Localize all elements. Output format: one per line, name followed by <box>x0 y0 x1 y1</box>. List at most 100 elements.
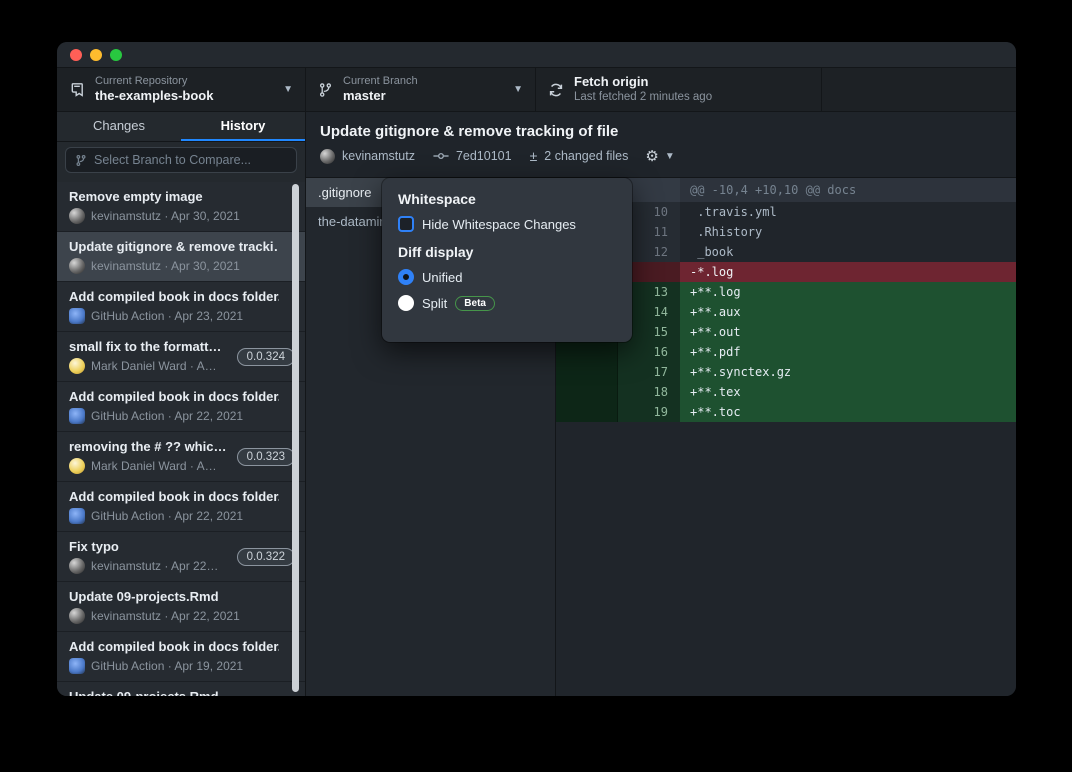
repo-icon <box>69 82 85 98</box>
avatar <box>69 458 85 474</box>
commit-list-item[interactable]: Update 09-projects.Rmd <box>57 682 305 696</box>
commit-meta: GitHub Action · Apr 23, 2021 <box>91 309 243 323</box>
changed-files-count: 2 changed files <box>544 149 628 163</box>
commit-list-item[interactable]: removing the # ?? whic… Mark Daniel Ward… <box>57 432 305 482</box>
close-window-button[interactable] <box>70 49 82 61</box>
unified-label: Unified <box>422 270 462 285</box>
commit-list-item[interactable]: Add compiled book in docs folder. GitHub… <box>57 632 305 682</box>
commit-title: Update 09-projects.Rmd <box>69 689 279 696</box>
git-branch-icon <box>75 154 87 167</box>
commit-list-item[interactable]: Remove empty image kevinamstutz · Apr 30… <box>57 182 305 232</box>
commit-list-item[interactable]: Fix typo kevinamstutz · Apr 22… 0.0.322 <box>57 532 305 582</box>
commit-meta: kevinamstutz · Apr 30, 2021 <box>91 209 240 223</box>
zoom-window-button[interactable] <box>110 49 122 61</box>
commit-meta: GitHub Action · Apr 22, 2021 <box>91 409 243 423</box>
diff-line-added: 19 +**.toc <box>556 402 1016 422</box>
commit-list: Remove empty image kevinamstutz · Apr 30… <box>57 178 305 696</box>
commit-meta: Mark Daniel Ward · A… <box>91 359 217 373</box>
chevron-down-icon: ▼ <box>283 84 293 95</box>
commit-list-scrollbar[interactable] <box>292 184 299 692</box>
avatar <box>69 608 85 624</box>
diff-line-added: 17 +**.synctex.gz <box>556 362 1016 382</box>
avatar <box>69 258 85 274</box>
current-branch-button[interactable]: Current Branch master ▼ <box>306 68 536 111</box>
unified-radio[interactable] <box>398 269 414 285</box>
avatar <box>69 308 85 324</box>
split-label: Split <box>422 296 447 311</box>
avatar <box>69 208 85 224</box>
diff-line-added: 16 +**.pdf <box>556 342 1016 362</box>
unified-option[interactable]: Unified <box>398 269 616 285</box>
hide-whitespace-checkbox[interactable] <box>398 216 414 232</box>
diff-options-popover: Whitespace Hide Whitespace Changes Diff … <box>382 178 632 342</box>
diff-display-heading: Diff display <box>398 244 616 260</box>
sidebar-tabs: Changes History <box>57 112 305 142</box>
sync-icon <box>548 82 564 98</box>
whitespace-heading: Whitespace <box>398 191 616 207</box>
tab-history[interactable]: History <box>181 112 305 141</box>
commit-author: kevinamstutz <box>342 149 415 163</box>
commit-title: Remove empty image <box>69 189 279 204</box>
commit-sha[interactable]: 7ed10101 <box>456 149 512 163</box>
branch-compare-row: Select Branch to Compare... <box>57 142 305 178</box>
commit-title: Add compiled book in docs folder. <box>69 489 279 504</box>
diff-modified-icon: ± <box>530 148 538 164</box>
current-branch-value: master <box>343 88 505 104</box>
commit-meta: GitHub Action · Apr 22, 2021 <box>91 509 243 523</box>
beta-badge: Beta <box>455 296 495 311</box>
current-repository-label: Current Repository <box>95 75 275 89</box>
hide-whitespace-label: Hide Whitespace Changes <box>422 217 576 232</box>
commit-list-item-selected[interactable]: Update gitignore & remove tracki… kevina… <box>57 232 305 282</box>
toolbar: Current Repository the-examples-book ▼ C… <box>57 68 1016 112</box>
chevron-down-icon: ▼ <box>513 84 523 95</box>
commit-list-item[interactable]: Update 09-projects.Rmd kevinamstutz · Ap… <box>57 582 305 632</box>
current-repository-button[interactable]: Current Repository the-examples-book ▼ <box>57 68 306 111</box>
sidebar: Changes History Select Branch to Compare… <box>57 112 306 696</box>
git-branch-icon <box>318 82 333 98</box>
chevron-down-icon: ▼ <box>665 151 675 162</box>
version-badge: 0.0.323 <box>237 448 295 466</box>
avatar <box>69 658 85 674</box>
commit-list-item[interactable]: Add compiled book in docs folder. GitHub… <box>57 482 305 532</box>
avatar <box>69 558 85 574</box>
gear-icon: ⚙ <box>645 147 658 165</box>
avatar <box>320 149 335 164</box>
commit-meta: kevinamstutz · Apr 22… <box>91 559 218 573</box>
split-radio[interactable] <box>398 295 414 311</box>
commit-title: Update 09-projects.Rmd <box>69 589 279 604</box>
fetch-origin-detail: Last fetched 2 minutes ago <box>574 90 809 104</box>
hide-whitespace-option[interactable]: Hide Whitespace Changes <box>398 216 616 232</box>
avatar <box>69 358 85 374</box>
avatar <box>69 508 85 524</box>
version-badge: 0.0.324 <box>237 348 295 366</box>
commit-meta: GitHub Action · Apr 19, 2021 <box>91 659 243 673</box>
select-branch-placeholder: Select Branch to Compare... <box>94 153 251 167</box>
avatar <box>69 408 85 424</box>
commit-title: Add compiled book in docs folder. <box>69 639 279 654</box>
commit-meta: Mark Daniel Ward · A… <box>91 459 217 473</box>
commit-meta: kevinamstutz · Apr 22, 2021 <box>91 609 240 623</box>
select-branch-to-compare-input[interactable]: Select Branch to Compare... <box>65 147 297 173</box>
commit-list-item[interactable]: small fix to the formatt… Mark Daniel Wa… <box>57 332 305 382</box>
fetch-origin-button[interactable]: Fetch origin Last fetched 2 minutes ago <box>536 68 822 111</box>
commit-list-item[interactable]: Add compiled book in docs folder. GitHub… <box>57 282 305 332</box>
app-window: Current Repository the-examples-book ▼ C… <box>57 42 1016 696</box>
commit-title: Add compiled book in docs folder. <box>69 289 279 304</box>
fetch-origin-label: Fetch origin <box>574 74 809 90</box>
commit-list-item[interactable]: Add compiled book in docs folder. GitHub… <box>57 382 305 432</box>
commit-summary-title: Update gitignore & remove tracking of fi… <box>320 123 1002 140</box>
current-repository-value: the-examples-book <box>95 88 275 104</box>
split-option[interactable]: Split Beta <box>398 295 616 311</box>
minimize-window-button[interactable] <box>90 49 102 61</box>
commit-title: Update gitignore & remove tracki… <box>69 239 279 254</box>
git-commit-icon <box>433 149 449 163</box>
commit-meta: kevinamstutz · Apr 30, 2021 <box>91 259 240 273</box>
diff-options-button[interactable]: ⚙ ▼ <box>645 147 674 165</box>
version-badge: 0.0.322 <box>237 548 295 566</box>
diff-line-added: 18 +**.tex <box>556 382 1016 402</box>
desktop-background: Current Repository the-examples-book ▼ C… <box>0 0 1072 772</box>
commit-header: Update gitignore & remove tracking of fi… <box>306 112 1016 178</box>
current-branch-label: Current Branch <box>343 75 505 89</box>
commit-title: Add compiled book in docs folder. <box>69 389 279 404</box>
tab-changes[interactable]: Changes <box>57 112 181 141</box>
